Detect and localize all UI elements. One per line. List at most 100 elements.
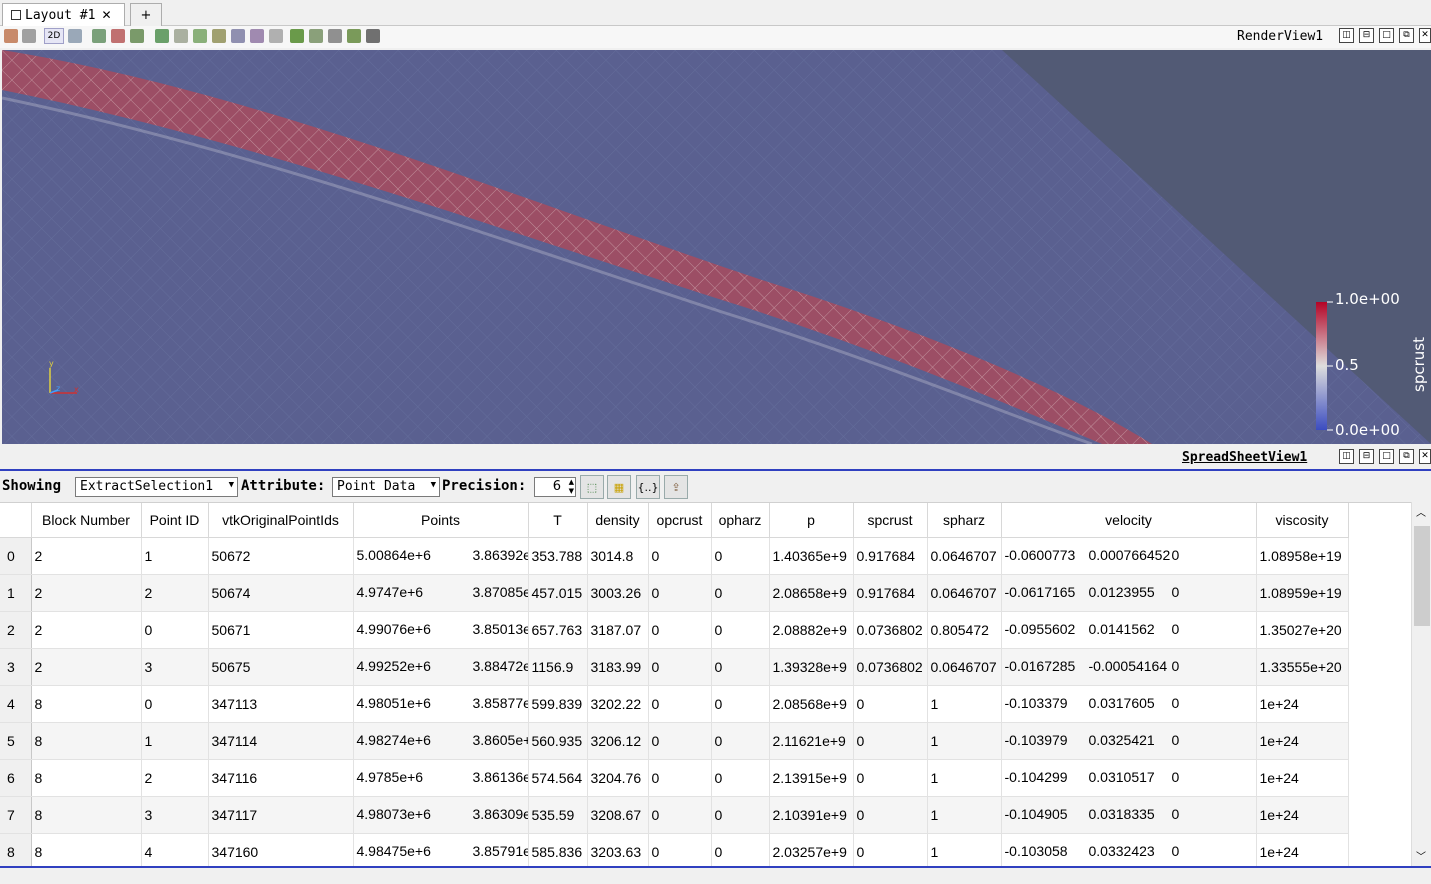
table-row[interactable]: 6823471164.9785e+6 3.86136e+6574.5643204.… — [0, 759, 1349, 797]
column-header[interactable]: opharz — [711, 503, 770, 538]
table-row[interactable]: 8843471604.98475e+63.85791e+6585.8363203… — [0, 833, 1349, 866]
table-cell[interactable]: 1e+24 — [1256, 759, 1349, 797]
table-cell[interactable]: 0.917684 — [853, 537, 928, 575]
export-spreadsheet-button[interactable]: ⇪ — [664, 475, 688, 499]
table-cell[interactable]: 1156.9 — [528, 648, 588, 686]
close-icon[interactable]: ✕ — [101, 8, 111, 22]
extract-selection-icon[interactable] — [290, 29, 304, 43]
table-cell[interactable]: 1.33555e+20 — [1256, 648, 1349, 686]
table-cell[interactable]: 574.564 — [528, 759, 588, 797]
velocity-cell[interactable]: -0.104299 0.0310517 0 — [1001, 759, 1257, 797]
table-cell[interactable]: 0 — [648, 537, 712, 575]
table-row[interactable]: 021506725.00864e+63.86392e+6353.7883014.… — [0, 537, 1349, 575]
column-header[interactable]: p — [769, 503, 854, 538]
table-cell[interactable]: 1e+24 — [1256, 722, 1349, 760]
tab-layout-1[interactable]: Layout #1 ✕ — [2, 3, 125, 26]
row-index[interactable]: 8 — [0, 833, 32, 866]
table-cell[interactable]: 599.839 — [528, 685, 588, 723]
table-cell[interactable]: 1 — [927, 796, 1002, 834]
select-frustum-icon[interactable] — [130, 29, 144, 43]
table-cell[interactable]: 8 — [31, 796, 142, 834]
table-cell[interactable]: 0 — [648, 648, 712, 686]
column-header[interactable]: T — [528, 503, 588, 538]
table-cell[interactable]: 347116 — [208, 759, 354, 797]
table-cell[interactable]: 0 — [648, 759, 712, 797]
vertical-scrollbar[interactable]: ︿ ﹀ — [1411, 502, 1431, 866]
polygon-select-icon[interactable] — [193, 29, 207, 43]
table-cell[interactable]: 2.08882e+9 — [769, 611, 854, 649]
table-cell[interactable]: 1e+24 — [1256, 833, 1349, 866]
popout-icon[interactable]: ⧉ — [1399, 449, 1414, 464]
row-index[interactable]: 3 — [0, 648, 32, 686]
table-cell[interactable]: 50671 — [208, 611, 354, 649]
table-cell[interactable]: 2.03257e+9 — [769, 833, 854, 866]
velocity-cell[interactable]: -0.0955602 0.0141562 0 — [1001, 611, 1257, 649]
camera-undo-icon[interactable] — [22, 29, 36, 43]
precision-spinbox[interactable]: 6 ▲ ▼ — [534, 477, 576, 497]
column-header[interactable]: Block Number — [31, 503, 142, 538]
table-cell[interactable]: 0 — [711, 685, 770, 723]
column-header[interactable]: spharz — [927, 503, 1002, 538]
table-cell[interactable]: 1.35027e+20 — [1256, 611, 1349, 649]
table-cell[interactable]: 353.788 — [528, 537, 588, 575]
table-row[interactable]: 323506754.99252e+63.88472e+61156.93183.9… — [0, 648, 1349, 686]
clear-selection-icon[interactable] — [366, 29, 380, 43]
select-block-icon[interactable] — [155, 29, 169, 43]
table-cell[interactable]: 2 — [141, 759, 209, 797]
table-row[interactable]: 5813471144.98274e+63.8605e+6560.9353206.… — [0, 722, 1349, 760]
table-cell[interactable]: 347117 — [208, 796, 354, 834]
column-header[interactable]: opcrust — [648, 503, 712, 538]
table-row[interactable]: 4803471134.98051e+63.85877e+6599.8393202… — [0, 685, 1349, 723]
table-cell[interactable]: 4 — [141, 833, 209, 866]
table-cell[interactable]: 50672 — [208, 537, 354, 575]
add-layout-button[interactable]: + — [130, 3, 162, 26]
table-cell[interactable]: 3203.63 — [587, 833, 649, 866]
scrollbar-thumb[interactable] — [1414, 526, 1430, 626]
points-cell[interactable]: 4.98274e+6 3.8605e+6 — [353, 722, 529, 760]
table-cell[interactable]: 1.39328e+9 — [769, 648, 854, 686]
points-cell[interactable]: 4.99076e+6 3.85013e+6 — [353, 611, 529, 649]
points-cell[interactable]: 4.98073e+6 3.86309e+6 — [353, 796, 529, 834]
table-cell[interactable]: 2 — [31, 574, 142, 612]
select-points-icon[interactable] — [111, 29, 125, 43]
velocity-cell[interactable]: -0.0167285 -0.00054164 0 — [1001, 648, 1257, 686]
table-cell[interactable]: 1 — [141, 722, 209, 760]
points-cell[interactable]: 5.00864e+6 3.86392e+6 — [353, 537, 529, 575]
table-cell[interactable]: 2 — [31, 648, 142, 686]
toggle-cell-connectivity-button[interactable]: ▦ — [607, 475, 631, 499]
table-cell[interactable]: 347113 — [208, 685, 354, 723]
table-cell[interactable]: 0 — [141, 611, 209, 649]
table-cell[interactable]: 0.0736802 — [853, 611, 928, 649]
table-cell[interactable]: 3 — [141, 796, 209, 834]
table-cell[interactable]: 0 — [711, 759, 770, 797]
row-index[interactable]: 5 — [0, 722, 32, 760]
table-cell[interactable]: 585.836 — [528, 833, 588, 866]
select-cells-icon[interactable] — [92, 29, 106, 43]
table-cell[interactable]: 560.935 — [528, 722, 588, 760]
camera-redo-icon[interactable] — [68, 29, 82, 43]
table-cell[interactable]: 0 — [141, 685, 209, 723]
table-cell[interactable]: 2.11621e+9 — [769, 722, 854, 760]
table-cell[interactable]: 0.0646707 — [927, 537, 1002, 575]
row-index[interactable]: 7 — [0, 796, 32, 834]
points-cell[interactable]: 4.98051e+6 3.85877e+6 — [353, 685, 529, 723]
points-cell[interactable]: 4.9785e+6 3.86136e+6 — [353, 759, 529, 797]
source-select[interactable]: ExtractSelection1 ▼ — [75, 477, 238, 497]
row-index[interactable]: 4 — [0, 685, 32, 723]
column-header[interactable]: Points — [353, 503, 529, 538]
shrink-selection-icon[interactable] — [269, 29, 283, 43]
velocity-cell[interactable]: -0.0617165 0.0123955 0 — [1001, 574, 1257, 612]
table-cell[interactable]: 2.08568e+9 — [769, 685, 854, 723]
table-cell[interactable]: 3014.8 — [587, 537, 649, 575]
column-header[interactable]: spcrust — [853, 503, 928, 538]
table-cell[interactable]: 0 — [711, 796, 770, 834]
table-cell[interactable]: 0.0736802 — [853, 648, 928, 686]
velocity-cell[interactable]: -0.103979 0.0325421 0 — [1001, 722, 1257, 760]
table-cell[interactable]: 2 — [141, 574, 209, 612]
table-cell[interactable]: 0 — [853, 796, 928, 834]
scroll-up-icon[interactable]: ︿ — [1416, 504, 1426, 519]
spin-arrows-icon[interactable]: ▲ ▼ — [569, 478, 574, 496]
grow-selection-icon[interactable] — [250, 29, 264, 43]
maximize-icon[interactable]: □ — [1379, 28, 1394, 43]
velocity-cell[interactable]: -0.103058 0.0332423 0 — [1001, 833, 1257, 866]
